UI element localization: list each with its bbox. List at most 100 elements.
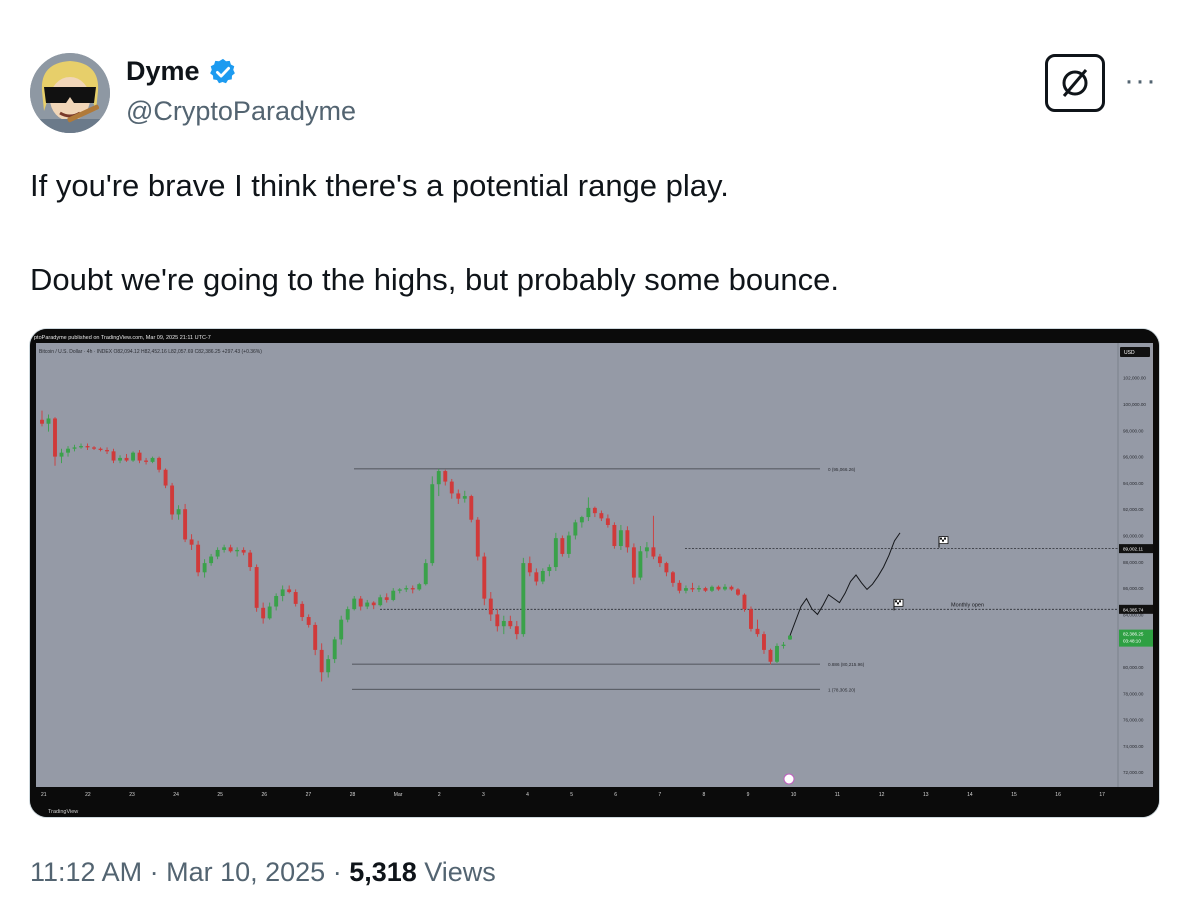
candle-body <box>762 634 766 650</box>
author-name-row[interactable]: Dyme <box>126 56 238 87</box>
x-tick-label: 21 <box>41 792 47 798</box>
more-options-button[interactable]: ··· <box>1124 64 1157 98</box>
candle-body <box>723 586 727 590</box>
fib-level-label: 1 (78,305.20) <box>828 687 856 692</box>
x-tick-label: 24 <box>173 792 179 798</box>
post-text-line-2: Doubt we're going to the highs, but prob… <box>30 262 839 297</box>
tradingview-watermark: TradingView <box>48 809 78 815</box>
candle-body <box>443 471 448 482</box>
y-tick-label: 78,000.00 <box>1123 691 1144 696</box>
post-time[interactable]: 11:12 AM <box>30 857 142 887</box>
event-marker-icon <box>783 773 795 785</box>
published-caption: ptoParadyme published on TradingView.com… <box>34 335 211 341</box>
post-meta: 11:12 AM · Mar 10, 2025 · 5,318 Views <box>30 857 496 888</box>
candle-body <box>462 496 467 499</box>
candle-body <box>729 586 734 590</box>
candle-body <box>339 619 344 640</box>
post-date[interactable]: Mar 10, 2025 <box>166 857 325 887</box>
candle-body <box>456 493 461 499</box>
candle-body <box>105 450 109 452</box>
candle-body <box>644 547 649 552</box>
y-tick-label: 76,000.00 <box>1123 718 1144 723</box>
candle-body <box>59 452 64 457</box>
target-flag-icon-check <box>942 539 944 542</box>
x-tick-label: 4 <box>526 792 529 798</box>
author-name[interactable]: Dyme <box>126 56 200 87</box>
candle-body <box>703 588 708 591</box>
candle-body <box>85 446 90 448</box>
candle-body <box>235 549 240 552</box>
candle-body <box>319 649 324 673</box>
x-tick-label: 15 <box>1011 792 1017 798</box>
x-tick-label: 9 <box>747 792 750 798</box>
author-handle[interactable]: @CryptoParadyme <box>126 96 356 127</box>
candle-body <box>475 519 480 557</box>
views-label: Views <box>416 857 496 887</box>
candle-body <box>157 457 162 470</box>
candle-body <box>508 620 513 627</box>
candle-body <box>423 563 428 585</box>
candle-body <box>287 589 292 593</box>
avatar[interactable] <box>30 53 110 133</box>
candle-body <box>313 624 318 650</box>
candle-body <box>540 571 545 582</box>
monthly-open-annotation: Monthly open <box>951 602 984 608</box>
candle-body <box>631 547 636 578</box>
x-tick-label: 11 <box>835 792 840 798</box>
grok-slash-icon <box>1062 69 1088 97</box>
y-tick-label: 88,000.00 <box>1123 560 1144 565</box>
x-tick-label: Mar <box>394 792 403 798</box>
candle-body <box>410 588 415 590</box>
candle-body <box>670 572 675 583</box>
candle-body <box>280 589 285 596</box>
monthly-flag-icon-check <box>895 600 897 603</box>
candle-body <box>553 538 558 568</box>
views-count: 5,318 <box>349 857 417 887</box>
candle-body <box>378 597 383 606</box>
x-tick-label: 7 <box>658 792 661 798</box>
post-text-line-1: If you're brave I think there's a potent… <box>30 168 729 203</box>
candle-body <box>345 609 350 620</box>
monthly-flag-icon-check <box>897 602 899 605</box>
x-tick-label: 13 <box>923 792 929 798</box>
y-tick-label: 96,000.00 <box>1123 455 1144 460</box>
candle-body <box>267 606 272 619</box>
candle-body <box>215 549 220 557</box>
candle-body <box>514 626 519 635</box>
target-flag-icon-check <box>944 537 946 540</box>
candle-body <box>501 620 506 627</box>
candle-body <box>384 597 389 600</box>
candle-body <box>189 539 194 545</box>
grok-button[interactable] <box>1045 54 1105 112</box>
avatar-image <box>30 53 110 133</box>
candle-body <box>196 544 201 573</box>
candle-body <box>248 552 253 568</box>
candle-body <box>677 582 682 591</box>
candle-body <box>176 509 181 515</box>
candle-body <box>566 535 571 554</box>
candle-body <box>137 452 142 461</box>
candle-body <box>53 418 57 457</box>
x-tick-label: 28 <box>350 792 356 798</box>
candle-body <box>690 588 695 590</box>
chart-image[interactable]: ptoParadyme published on TradingView.com… <box>29 328 1160 818</box>
candle-body <box>638 551 643 578</box>
candle-body <box>332 639 337 660</box>
candle-body <box>241 549 246 553</box>
candle-body <box>683 588 688 591</box>
candle-body <box>111 451 116 461</box>
candle-body <box>40 419 44 424</box>
x-tick-label: 25 <box>217 792 223 798</box>
fib-level-label: 0 (95,066.26) <box>828 467 856 472</box>
y-tick-label: 94,000.00 <box>1123 481 1144 486</box>
x-tick-label: 2 <box>438 792 441 798</box>
y-tick-label: 92,000.00 <box>1123 507 1144 512</box>
candle-body <box>118 457 123 461</box>
candle-body <box>618 530 623 547</box>
candle-body <box>306 617 311 625</box>
monthly-flag-icon-check <box>899 600 901 603</box>
y-tick-label: 86,000.00 <box>1123 586 1144 591</box>
candle-body <box>592 507 597 514</box>
y-tick-label: 90,000.00 <box>1123 534 1144 539</box>
candle-body <box>482 556 487 599</box>
